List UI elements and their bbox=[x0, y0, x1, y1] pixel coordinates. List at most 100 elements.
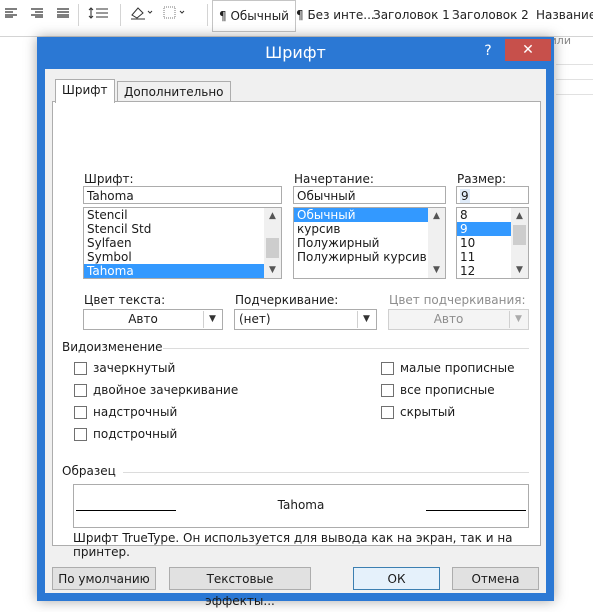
effects-group-title: Видоизменение bbox=[62, 340, 163, 354]
checkbox-label: малые прописные bbox=[400, 361, 515, 375]
style-title[interactable]: Название bbox=[536, 0, 593, 30]
checkbox-box[interactable] bbox=[381, 383, 394, 397]
checkbox-label: зачеркнутый bbox=[93, 361, 176, 375]
scroll-up-icon[interactable]: ▲ bbox=[264, 208, 281, 224]
style-list[interactable]: Обычный курсив Полужирный Полужирный кур… bbox=[293, 207, 446, 279]
style-heading-2[interactable]: Заголовок 2 bbox=[452, 0, 529, 30]
checkbox-label: подстрочный bbox=[93, 427, 178, 441]
font-dialog: Шрифт ? ✕ Шрифт Дополнительно Шрифт: Tah… bbox=[37, 37, 554, 608]
close-button[interactable]: ✕ bbox=[505, 39, 551, 61]
list-item-selected[interactable]: Обычный bbox=[294, 208, 445, 222]
font-label: Шрифт: bbox=[84, 172, 134, 186]
tab-advanced[interactable]: Дополнительно bbox=[117, 81, 231, 102]
list-item[interactable]: Symbol bbox=[84, 250, 281, 264]
font-note: Шрифт TrueType. Он используется для выво… bbox=[73, 531, 513, 559]
size-label: Размер: bbox=[457, 172, 507, 186]
dialog-client: Шрифт Дополнительно Шрифт: Tahoma Stenci… bbox=[45, 69, 546, 608]
double-strikethrough-checkbox[interactable]: двойное зачеркивание bbox=[74, 383, 238, 397]
align-left-icon[interactable] bbox=[0, 2, 22, 24]
dialog-title: Шрифт bbox=[265, 43, 326, 62]
scrollbar[interactable]: ▲ ▼ bbox=[428, 208, 445, 278]
list-item[interactable]: Stencil Std bbox=[84, 222, 281, 236]
text-color-label: Цвет текста: bbox=[84, 293, 166, 307]
font-input[interactable]: Tahoma bbox=[83, 186, 282, 204]
document-line bbox=[556, 64, 593, 65]
scroll-down-icon[interactable]: ▼ bbox=[264, 262, 281, 278]
checkbox-box[interactable] bbox=[74, 405, 87, 419]
style-heading-1[interactable]: Заголовок 1 bbox=[373, 0, 450, 30]
scroll-down-icon[interactable]: ▼ bbox=[511, 262, 528, 278]
preview-box: Tahoma bbox=[73, 484, 529, 528]
scroll-up-icon[interactable]: ▲ bbox=[428, 208, 445, 224]
style-label: Начертание: bbox=[294, 172, 374, 186]
text-color-select[interactable]: Авто ▼ bbox=[83, 309, 223, 330]
list-item[interactable]: Stencil bbox=[84, 208, 281, 222]
checkbox-label: все прописные bbox=[400, 383, 495, 397]
underline-value: (нет) bbox=[239, 312, 271, 326]
chevron-down-icon[interactable]: ▼ bbox=[203, 311, 221, 328]
checkbox-box[interactable] bbox=[381, 361, 394, 375]
size-list[interactable]: 8 9 10 11 12 ▲ ▼ bbox=[456, 207, 529, 279]
scrollbar[interactable]: ▲ ▼ bbox=[511, 208, 528, 278]
scrollbar[interactable]: ▲ ▼ bbox=[264, 208, 281, 278]
hidden-checkbox[interactable]: скрытый bbox=[381, 405, 455, 419]
set-default-button[interactable]: По умолчанию bbox=[52, 567, 156, 590]
preview-group-title: Образец bbox=[62, 464, 116, 478]
style-no-spacing[interactable]: ¶ Без инте... bbox=[296, 0, 375, 30]
checkbox-box[interactable] bbox=[381, 405, 394, 419]
list-item[interactable]: курсив bbox=[294, 222, 445, 236]
scroll-down-icon[interactable]: ▼ bbox=[428, 262, 445, 278]
text-effects-button[interactable]: Текстовые эффекты... bbox=[169, 567, 311, 608]
style-normal[interactable]: ¶ Обычный bbox=[212, 0, 296, 32]
all-caps-checkbox[interactable]: все прописные bbox=[381, 383, 495, 397]
list-item-selected[interactable]: 9 bbox=[457, 222, 511, 236]
ribbon-separator bbox=[120, 4, 121, 26]
divider bbox=[123, 472, 529, 473]
list-item[interactable]: Sylfaen bbox=[84, 236, 281, 250]
document-line bbox=[556, 79, 593, 80]
underline-color-label: Цвет подчеркивания: bbox=[389, 293, 526, 307]
ribbon-separator bbox=[207, 4, 208, 26]
ok-button[interactable]: ОК bbox=[353, 567, 440, 590]
chevron-down-icon: ▼ bbox=[509, 311, 527, 328]
checkbox-box[interactable] bbox=[74, 383, 87, 397]
borders-icon[interactable] bbox=[160, 2, 190, 24]
document-line bbox=[556, 94, 593, 95]
ribbon-separator bbox=[78, 4, 79, 26]
divider bbox=[163, 348, 529, 349]
underline-color-select: Авто ▼ bbox=[388, 309, 529, 330]
scroll-thumb[interactable] bbox=[266, 238, 279, 258]
size-value: 9 bbox=[460, 189, 470, 203]
list-item[interactable]: Полужирный курсив bbox=[294, 250, 445, 264]
checkbox-box[interactable] bbox=[74, 427, 87, 441]
shading-icon[interactable] bbox=[126, 2, 156, 24]
superscript-checkbox[interactable]: надстрочный bbox=[74, 405, 177, 419]
style-input[interactable]: Обычный bbox=[293, 186, 446, 204]
tab-panel: Шрифт: Tahoma Stencil Stencil Std Sylfae… bbox=[52, 101, 541, 546]
list-item[interactable]: Полужирный bbox=[294, 236, 445, 250]
underline-select[interactable]: (нет) ▼ bbox=[234, 309, 377, 330]
scroll-thumb[interactable] bbox=[513, 225, 526, 245]
line-spacing-icon[interactable] bbox=[84, 2, 114, 24]
align-right-icon[interactable] bbox=[26, 2, 48, 24]
checkbox-label: скрытый bbox=[400, 405, 456, 419]
font-list[interactable]: Stencil Stencil Std Sylfaen Symbol Tahom… bbox=[83, 207, 282, 279]
help-button[interactable]: ? bbox=[478, 41, 498, 61]
preview-line-right bbox=[426, 510, 526, 511]
chevron-down-icon[interactable]: ▼ bbox=[357, 311, 375, 328]
small-caps-checkbox[interactable]: малые прописные bbox=[381, 361, 515, 375]
subscript-checkbox[interactable]: подстрочный bbox=[74, 427, 177, 441]
size-input[interactable]: 9 bbox=[456, 186, 529, 204]
checkbox-label: надстрочный bbox=[93, 405, 178, 419]
underline-label: Подчеркивание: bbox=[235, 293, 339, 307]
tab-font[interactable]: Шрифт bbox=[55, 79, 115, 103]
strikethrough-checkbox[interactable]: зачеркнутый bbox=[74, 361, 175, 375]
scroll-up-icon[interactable]: ▲ bbox=[511, 208, 528, 224]
list-item-selected[interactable]: Tahoma bbox=[84, 264, 281, 278]
cancel-button[interactable]: Отмена bbox=[452, 567, 539, 590]
ribbon: ¶ Обычный ¶ Без инте... Заголовок 1 Заго… bbox=[0, 0, 593, 37]
checkbox-box[interactable] bbox=[74, 361, 87, 375]
text-color-value: Авто bbox=[128, 312, 158, 326]
justify-icon[interactable] bbox=[52, 2, 74, 24]
checkbox-label: двойное зачеркивание bbox=[93, 383, 239, 397]
